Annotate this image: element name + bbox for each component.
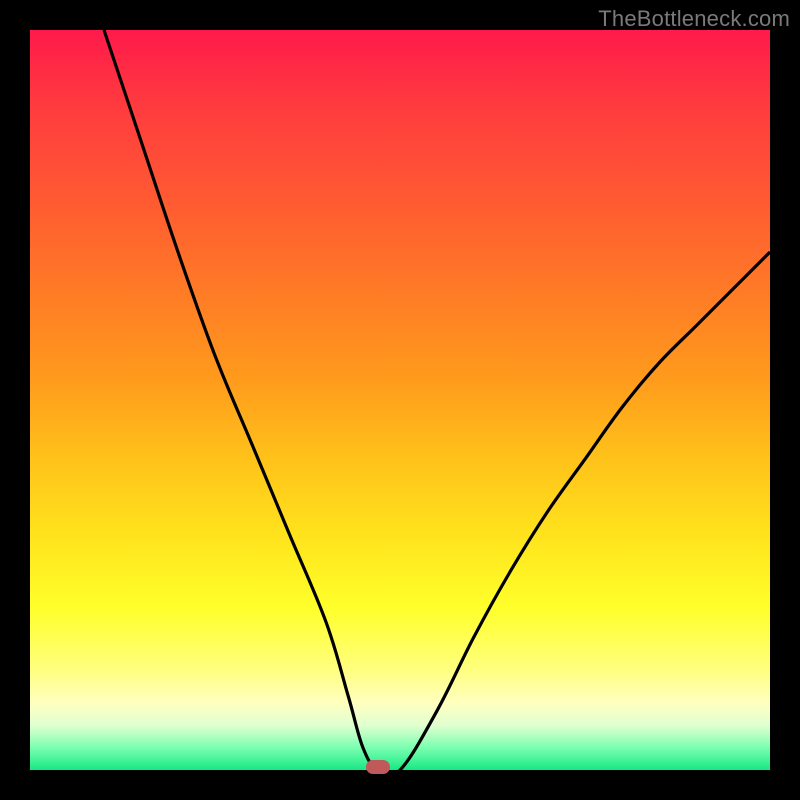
chart-frame: TheBottleneck.com bbox=[0, 0, 800, 800]
bottleneck-marker bbox=[366, 760, 390, 774]
plot-background-gradient bbox=[30, 30, 770, 770]
watermark-text: TheBottleneck.com bbox=[598, 6, 790, 32]
